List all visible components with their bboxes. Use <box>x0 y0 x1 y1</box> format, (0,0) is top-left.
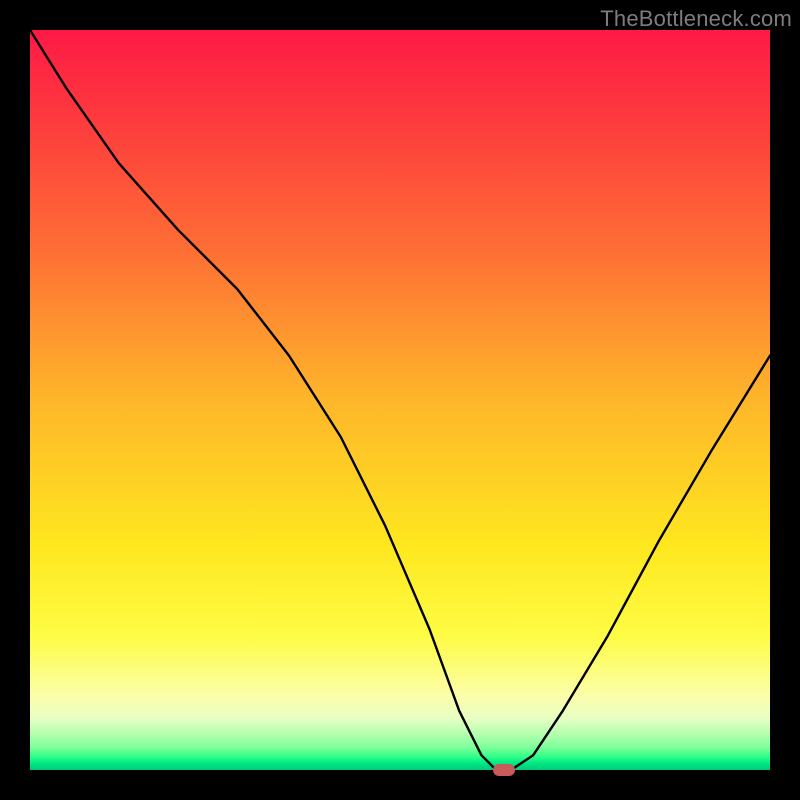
bottleneck-curve <box>30 30 770 770</box>
watermark-text: TheBottleneck.com <box>600 6 792 32</box>
optimal-point-marker <box>493 764 515 776</box>
plot-area <box>30 30 770 770</box>
chart-container: TheBottleneck.com <box>0 0 800 800</box>
